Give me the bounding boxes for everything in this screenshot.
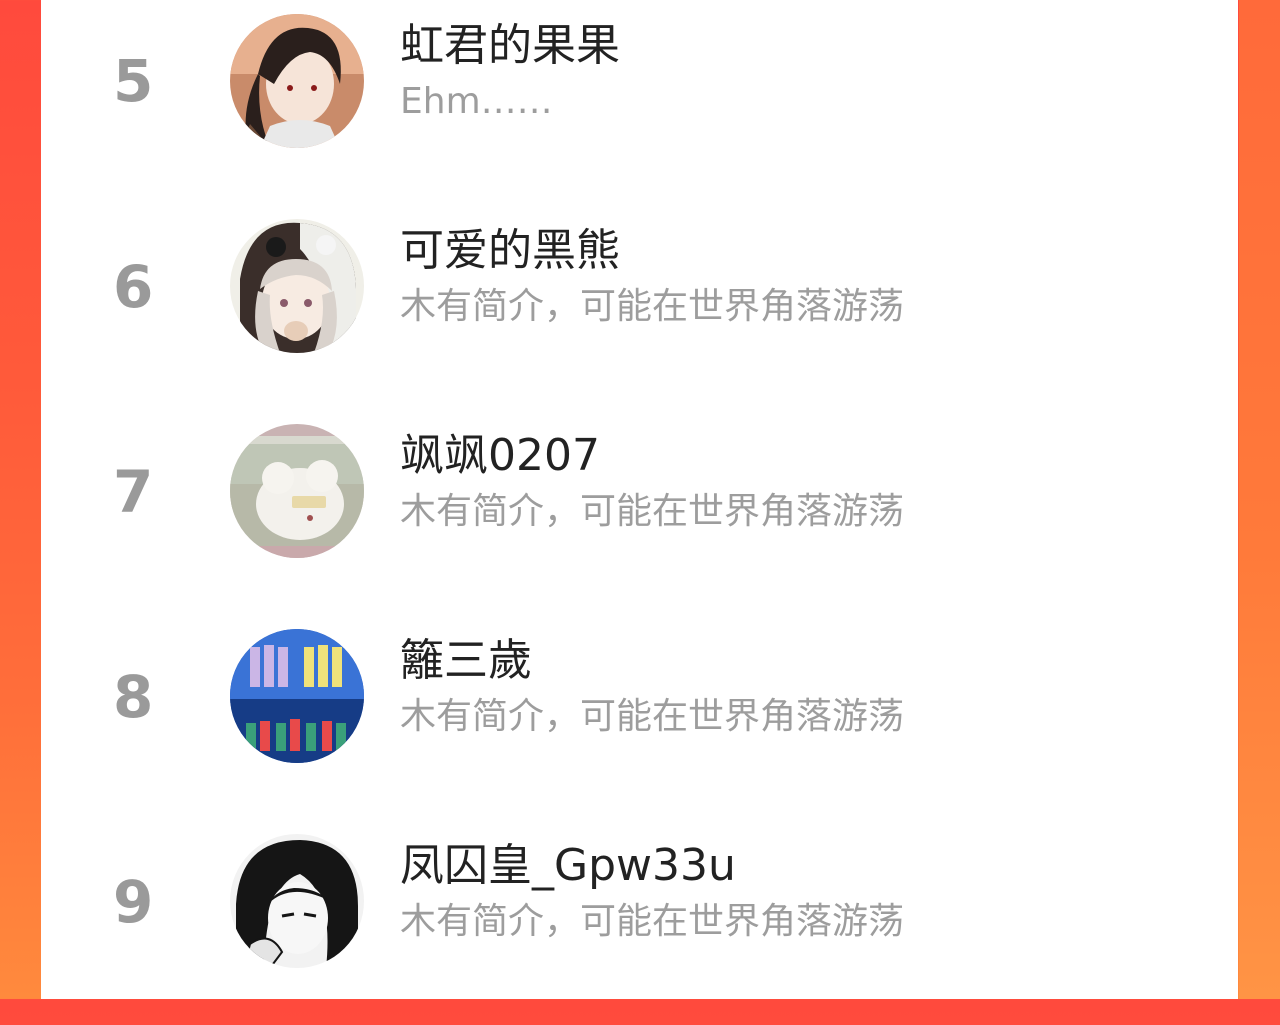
user-name: 凤囚皇_Gpw33u <box>400 840 736 891</box>
bear-hood-girl-avatar-icon[interactable] <box>230 219 364 353</box>
user-bio: Ehm…… <box>400 81 553 122</box>
user-name: 可爱的黑熊 <box>400 225 620 276</box>
rank-number: 7 <box>113 458 154 526</box>
user-name: 籬三歲 <box>400 635 532 686</box>
ranking-panel: 5 虹君的果果 Ehm…… 6 可爱的黑熊 木有简介，可能在世界角落游荡 7 飒… <box>41 0 1238 999</box>
user-name: 飒飒0207 <box>400 430 600 481</box>
rank-number: 5 <box>113 47 154 115</box>
ranking-row[interactable]: 5 虹君的果果 Ehm…… <box>41 0 1238 205</box>
user-bio: 木有简介，可能在世界角落游荡 <box>400 901 905 942</box>
user-bio: 木有简介，可能在世界角落游荡 <box>400 696 905 737</box>
manga-sketch-avatar-icon[interactable] <box>230 834 364 968</box>
ranking-row[interactable]: 6 可爱的黑熊 木有简介，可能在世界角落游荡 <box>41 205 1238 410</box>
rank-number: 8 <box>113 663 154 731</box>
ranking-row[interactable]: 9 凤囚皇_Gpw33u 木有简介，可能在世界角落游荡 <box>41 820 1238 1025</box>
user-bio: 木有简介，可能在世界角落游荡 <box>400 491 905 532</box>
plush-toy-avatar-icon[interactable] <box>230 424 364 558</box>
user-bio: 木有简介，可能在世界角落游荡 <box>400 286 905 327</box>
rank-number: 9 <box>113 868 154 936</box>
user-name: 虹君的果果 <box>400 20 620 71</box>
rank-number: 6 <box>113 253 154 321</box>
ranking-row[interactable]: 7 飒飒0207 木有简介，可能在世界角落游荡 <box>41 410 1238 615</box>
ranking-row[interactable]: 8 籬三歲 木有简介，可能在世界角落游荡 <box>41 615 1238 820</box>
stage-group-avatar-icon[interactable] <box>230 629 364 763</box>
background-gradient-edge <box>1239 0 1280 999</box>
anime-portrait-avatar-icon[interactable] <box>230 14 364 148</box>
